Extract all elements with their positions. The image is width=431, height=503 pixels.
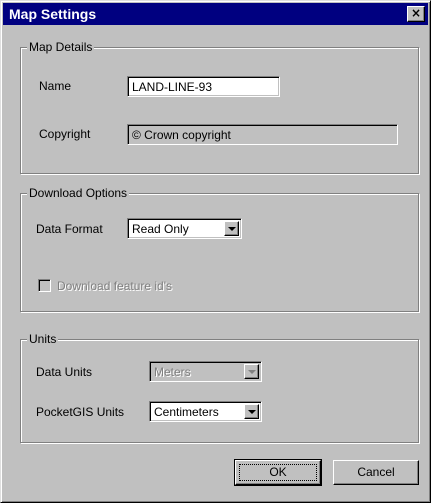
copyright-label: Copyright	[39, 127, 91, 141]
pocketgis-units-dropdown-button[interactable]	[244, 404, 259, 419]
copyright-field: © Crown copyright	[127, 124, 398, 145]
pocketgis-units-value: Centimeters	[154, 405, 219, 419]
name-value: LAND-LINE-93	[132, 80, 213, 94]
data-format-value: Read Only	[132, 222, 189, 236]
chevron-down-icon	[228, 227, 236, 231]
map-details-group: Map Details	[20, 40, 419, 174]
download-feature-ids-checkbox[interactable]	[38, 279, 51, 292]
download-options-group: Download Options	[20, 186, 419, 312]
data-units-label: Data Units	[36, 365, 93, 379]
data-format-select[interactable]: Read Only	[127, 218, 242, 239]
units-legend: Units	[27, 332, 59, 346]
download-feature-ids-label: Download feature id's	[57, 279, 173, 293]
ok-button[interactable]: OK	[234, 459, 322, 486]
cancel-button[interactable]: Cancel	[333, 460, 419, 485]
data-format-label: Data Format	[36, 222, 103, 236]
pocketgis-units-label: PocketGIS Units	[36, 405, 125, 419]
download-options-legend: Download Options	[27, 186, 130, 200]
close-icon: ×	[410, 6, 422, 20]
data-units-value: Meters	[154, 365, 191, 379]
map-details-legend: Map Details	[27, 40, 95, 54]
data-units-dropdown-button	[244, 364, 259, 379]
ok-button-label: OK	[269, 465, 287, 479]
cancel-button-label: Cancel	[357, 465, 395, 479]
units-group: Units	[20, 332, 419, 443]
close-button[interactable]: ×	[407, 6, 425, 22]
title-bar[interactable]: Map Settings ×	[3, 3, 428, 25]
name-label: Name	[39, 79, 72, 93]
dialog-title: Map Settings	[9, 6, 97, 22]
data-format-dropdown-button[interactable]	[224, 221, 239, 236]
pocketgis-units-select[interactable]: Centimeters	[149, 401, 262, 422]
data-units-select: Meters	[149, 361, 262, 382]
chevron-down-icon	[248, 370, 256, 374]
map-settings-dialog: Map Settings × Map Details Name LAND-LIN…	[0, 0, 431, 503]
copyright-value: © Crown copyright	[132, 128, 231, 142]
chevron-down-icon	[248, 410, 256, 414]
name-field[interactable]: LAND-LINE-93	[127, 76, 280, 97]
